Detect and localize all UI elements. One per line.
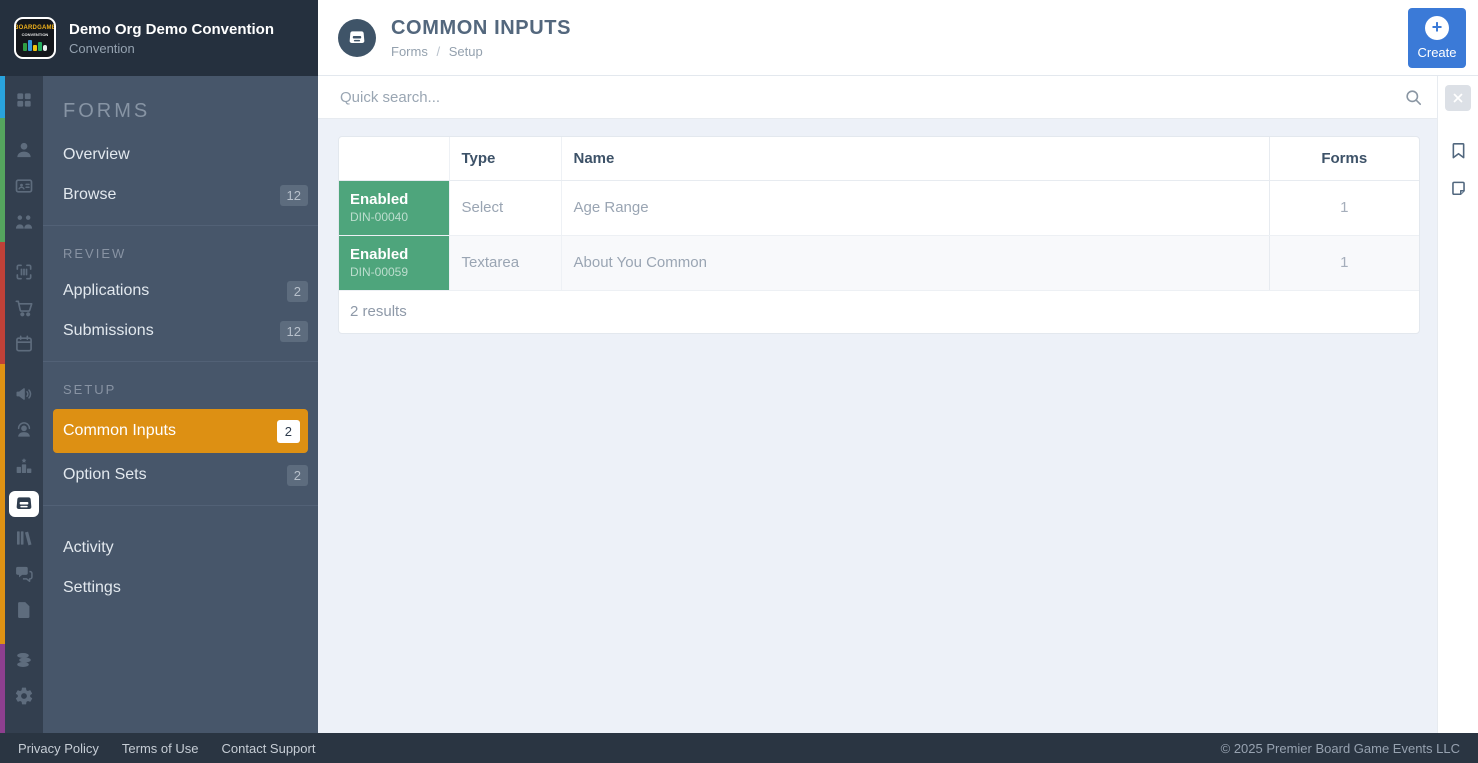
name-cell: About You Common	[561, 235, 1269, 290]
document-icon[interactable]	[5, 594, 43, 630]
page-header: COMMON INPUTS Forms / Setup	[318, 0, 1478, 76]
forms-count-cell: 1	[1269, 180, 1419, 235]
sidebar-item-submissions[interactable]: Submissions 12	[43, 311, 318, 351]
org-title: Demo Org Demo Convention	[69, 20, 274, 39]
status-badge: Enabled DIN-00059	[339, 236, 449, 290]
column-header-Name: Name	[561, 137, 1269, 180]
sidebar-item-label: Common Inputs	[63, 422, 176, 440]
sidebar-title: FORMS	[43, 76, 318, 135]
sidebar-divider	[43, 225, 318, 226]
sidebar-item-label: Browse	[63, 186, 116, 204]
table-row[interactable]: Enabled DIN-00059 Textarea About You Com…	[339, 235, 1419, 290]
sidebar-item-label: Applications	[63, 282, 149, 300]
sidebar-item-applications[interactable]: Applications 2	[43, 271, 318, 311]
forms-module-icon	[338, 19, 376, 57]
content-area: TypeNameForms Enabled DIN-00040 Select A…	[318, 76, 1437, 733]
count-badge: 12	[280, 321, 308, 342]
sidebar-divider	[43, 505, 318, 506]
sidebar-item-label: Overview	[63, 146, 130, 164]
breadcrumb-setup[interactable]: Setup	[449, 44, 483, 59]
status-label: Enabled	[350, 191, 449, 208]
column-header-Type: Type	[449, 137, 561, 180]
column-header-status	[339, 137, 449, 180]
books-icon[interactable]	[5, 522, 43, 558]
sidebar-item-label: Submissions	[63, 322, 154, 340]
table-row[interactable]: Enabled DIN-00040 Select Age Range 1	[339, 180, 1419, 235]
scan-icon[interactable]	[5, 256, 43, 292]
results-count: 2 results	[339, 291, 1419, 333]
sidebar-item-label: Settings	[63, 579, 121, 597]
logo-text-line1: BOARDGAME	[14, 25, 56, 32]
sidebar-section-label: REVIEW	[43, 236, 318, 271]
sidebar-gap	[43, 516, 318, 528]
person-icon[interactable]	[5, 134, 43, 170]
person-headset-icon[interactable]	[5, 414, 43, 450]
podium-star-icon[interactable]	[5, 450, 43, 486]
status-label: Enabled	[350, 246, 449, 263]
breadcrumb: Forms / Setup	[391, 44, 571, 59]
logo-text-line2: CONVENTION	[22, 32, 49, 37]
bookmark-icon[interactable]	[1449, 140, 1468, 161]
status-id: DIN-00059	[350, 265, 449, 279]
search-input[interactable]	[340, 89, 1404, 106]
sidebar-item-settings[interactable]: Settings	[43, 568, 318, 608]
plus-icon: +	[1425, 16, 1449, 40]
count-badge: 2	[287, 281, 308, 302]
chat-bubbles-icon[interactable]	[5, 558, 43, 594]
app-root: BOARDGAME CONVENTION Demo Org Demo Conve…	[0, 0, 1478, 763]
cart-icon[interactable]	[5, 292, 43, 328]
count-badge: 2	[287, 465, 308, 486]
module-rail	[0, 76, 43, 733]
footer-link-terms-of-use[interactable]: Terms of Use	[122, 741, 199, 756]
note-icon[interactable]	[1449, 180, 1468, 199]
coins-icon[interactable]	[5, 644, 43, 680]
create-button-label: Create	[1417, 45, 1456, 60]
type-cell: Select	[449, 180, 561, 235]
sidebar-item-label: Activity	[63, 539, 114, 557]
sidebar-divider	[43, 361, 318, 362]
org-header[interactable]: BOARDGAME CONVENTION Demo Org Demo Conve…	[0, 0, 318, 76]
status-badge: Enabled DIN-00040	[339, 181, 449, 235]
count-badge: 12	[280, 185, 308, 206]
create-button[interactable]: + Create	[1408, 8, 1466, 68]
footer: Privacy Policy Terms of Use Contact Suppor…	[0, 733, 1478, 763]
sidebar-item-option-sets[interactable]: Option Sets 2	[43, 455, 318, 495]
column-header-Forms: Forms	[1269, 137, 1419, 180]
search-bar	[318, 76, 1437, 119]
status-cell: Enabled DIN-00040	[339, 180, 449, 235]
search-icon[interactable]	[1404, 88, 1423, 107]
id-card-icon[interactable]	[5, 170, 43, 206]
type-cell: Textarea	[449, 235, 561, 290]
status-cell: Enabled DIN-00059	[339, 235, 449, 290]
footer-link-privacy-policy[interactable]: Privacy Policy	[18, 741, 99, 756]
utility-rail	[1437, 76, 1478, 733]
sidebar-item-label: Option Sets	[63, 466, 147, 484]
inbox-tray-icon[interactable]	[5, 486, 43, 522]
close-icon[interactable]	[1445, 85, 1471, 111]
sidebar-item-browse[interactable]: Browse 12	[43, 175, 318, 215]
logo-art	[23, 39, 47, 51]
status-id: DIN-00040	[350, 210, 449, 224]
breadcrumb-forms[interactable]: Forms	[391, 44, 428, 59]
handshake-icon[interactable]	[5, 206, 43, 242]
org-subtitle: Convention	[69, 41, 274, 56]
forms-count-cell: 1	[1269, 235, 1419, 290]
sidebar-item-activity[interactable]: Activity	[43, 528, 318, 568]
count-badge: 2	[277, 420, 300, 443]
megaphone-icon[interactable]	[5, 378, 43, 414]
sidebar-item-overview[interactable]: Overview	[43, 135, 318, 175]
calendar-icon[interactable]	[5, 328, 43, 364]
copyright: © 2025 Premier Board Game Events LLC	[1221, 741, 1460, 756]
sidebar-section-label: SETUP	[43, 372, 318, 407]
grid-icon[interactable]	[5, 84, 43, 120]
name-cell: Age Range	[561, 180, 1269, 235]
common-inputs-table: TypeNameForms Enabled DIN-00040 Select A…	[338, 136, 1420, 334]
footer-link-contact-support[interactable]: Contact Support	[222, 741, 316, 756]
org-logo-icon: BOARDGAME CONVENTION	[14, 17, 56, 59]
forms-sidebar: FORMS OverviewBrowse12REVIEWApplications…	[43, 76, 318, 733]
breadcrumb-separator: /	[436, 44, 440, 59]
sidebar-item-common-inputs[interactable]: Common Inputs 2	[53, 409, 308, 453]
gear-icon[interactable]	[5, 680, 43, 716]
page-title: COMMON INPUTS	[391, 17, 571, 40]
